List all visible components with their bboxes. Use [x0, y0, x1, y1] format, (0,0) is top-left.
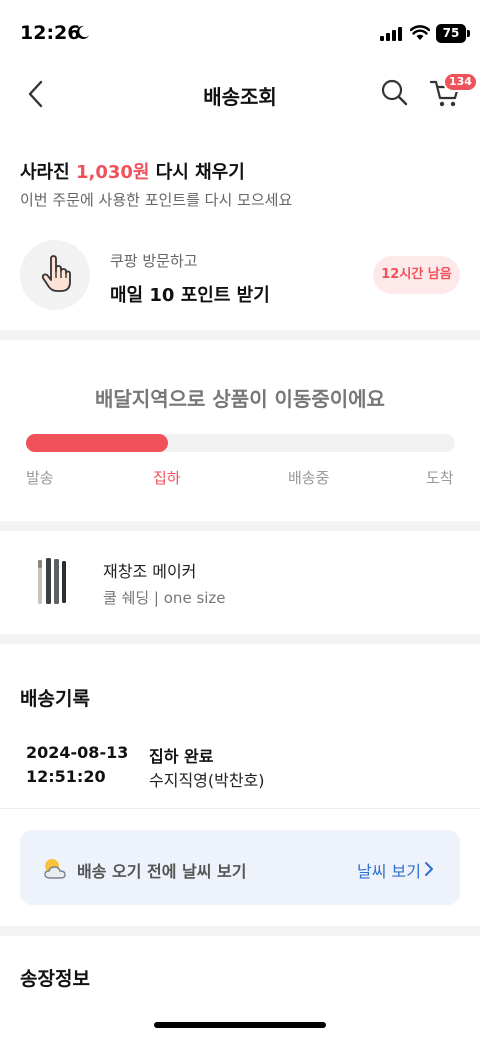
product-name[interactable]: 재창조 메이커 [103, 558, 196, 582]
home-indicator [154, 1022, 326, 1028]
signal-icon [380, 27, 402, 41]
points-subtitle: 이번 주문에 사용한 포인트를 다시 모으세요 [20, 191, 293, 209]
product-option: 쿨 쉐딩 | one size [103, 589, 226, 607]
search-icon[interactable] [380, 78, 408, 106]
log-divider [0, 808, 480, 809]
step-arrived: 도착 [426, 469, 454, 487]
progress-fill [26, 434, 168, 452]
chevron-right-icon[interactable] [424, 861, 434, 877]
section-divider [0, 634, 480, 644]
tracking-headline: 배달지역으로 상품이 이동중이에요 [95, 387, 385, 411]
points-amount: 1,030원 [75, 162, 150, 183]
log-entry-date: 2024-08-13 [26, 743, 129, 762]
step-pickup: 집하 [153, 469, 181, 487]
wifi-icon [410, 25, 430, 40]
section-divider [0, 521, 480, 531]
header: 배송조회 134 [0, 64, 480, 124]
battery-tip [467, 30, 470, 37]
status-time: 12:26 [20, 22, 81, 44]
invoice-title: 송장정보 [20, 968, 90, 990]
weather-text: 배송 오기 전에 날씨 보기 [77, 862, 247, 881]
log-entry-location: 수지직영(박찬호) [149, 771, 265, 790]
moon-icon [76, 25, 90, 39]
hand-tap-icon [41, 255, 71, 292]
step-in-transit: 배송중 [288, 469, 330, 487]
section-divider [0, 926, 480, 936]
time-left-badge: 12시간 남음 [373, 256, 460, 294]
section-divider [0, 330, 480, 340]
log-entry-status: 집하 완료 [149, 747, 214, 766]
battery-indicator: 75 [436, 24, 466, 43]
weather-link[interactable]: 날씨 보기 [357, 858, 421, 882]
status-bar: 12:26 75 [0, 0, 480, 64]
points-title: 사라진 1,030원 다시 채우기 [20, 158, 245, 184]
page-title: 배송조회 [203, 85, 277, 109]
points-title-suffix: 다시 채우기 [149, 162, 245, 183]
points-title-prefix: 사라진 [20, 162, 76, 183]
step-dispatched: 발송 [26, 469, 54, 487]
weather-icon [44, 859, 66, 879]
delivery-log-title: 배송기록 [20, 688, 90, 710]
visit-line2[interactable]: 매일 10 포인트 받기 [110, 281, 270, 307]
product-thumbnail[interactable] [28, 556, 78, 608]
cart-count-badge: 134 [443, 72, 478, 92]
log-entry-time: 12:51:20 [26, 767, 106, 786]
visit-line1: 쿠팡 방문하고 [110, 252, 198, 270]
